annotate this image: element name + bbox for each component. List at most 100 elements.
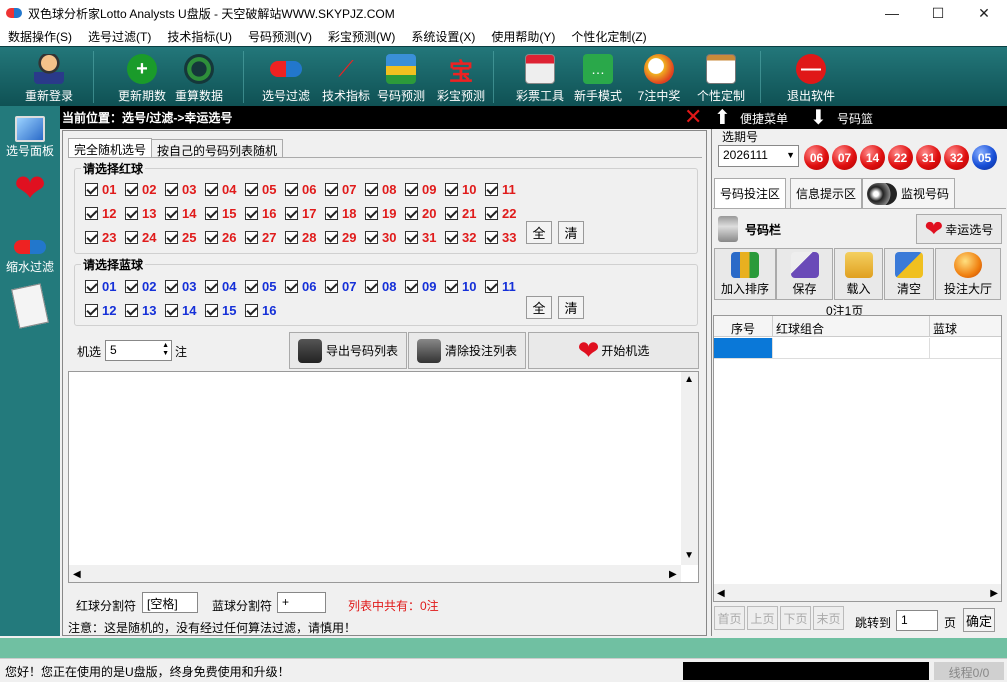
checkbox-icon[interactable] <box>485 280 498 293</box>
red-ball-checkbox[interactable]: 32 <box>445 230 476 245</box>
select-panel-button[interactable]: 选号面板 <box>0 116 60 159</box>
update-button[interactable]: + 更新期数 <box>114 47 170 107</box>
shrink-filter-button[interactable]: 缩水过滤 <box>0 240 60 275</box>
col-header-index[interactable]: 序号 <box>731 320 755 337</box>
blue-ball-checkbox[interactable]: 05 <box>245 279 276 294</box>
checkbox-icon[interactable] <box>125 304 138 317</box>
exit-button[interactable]: — 退出软件 <box>782 47 840 107</box>
table-row[interactable] <box>714 338 1001 359</box>
red-ball-checkbox[interactable]: 22 <box>485 206 516 221</box>
blue-ball-checkbox[interactable]: 04 <box>205 279 236 294</box>
red-ball-checkbox[interactable]: 05 <box>245 182 276 197</box>
checkbox-icon[interactable] <box>245 183 258 196</box>
red-ball-checkbox[interactable]: 23 <box>85 230 116 245</box>
checkbox-icon[interactable] <box>85 231 98 244</box>
chevron-down-icon[interactable]: ▼ <box>786 150 795 160</box>
checkbox-icon[interactable] <box>205 304 218 317</box>
red-ball-checkbox[interactable]: 04 <box>205 182 236 197</box>
red-ball-checkbox[interactable]: 08 <box>365 182 396 197</box>
tab-random-all[interactable]: 完全随机选号 <box>68 138 153 158</box>
red-ball-checkbox[interactable]: 13 <box>125 206 156 221</box>
checkbox-icon[interactable] <box>205 183 218 196</box>
maximize-button[interactable]: ☐ <box>915 0 961 26</box>
confirm-button[interactable]: 确定 <box>963 608 995 632</box>
checkbox-icon[interactable] <box>205 231 218 244</box>
tab-random-own[interactable]: 按自己的号码列表随机 <box>151 139 284 158</box>
blue-ball-checkbox[interactable]: 16 <box>245 303 276 318</box>
checkbox-icon[interactable] <box>165 280 178 293</box>
checkbox-icon[interactable] <box>205 207 218 220</box>
red-ball-checkbox[interactable]: 02 <box>125 182 156 197</box>
red-ball-checkbox[interactable]: 06 <box>285 182 316 197</box>
red-ball-checkbox[interactable]: 10 <box>445 182 476 197</box>
checkbox-icon[interactable] <box>485 207 498 220</box>
red-ball-checkbox[interactable]: 03 <box>165 182 196 197</box>
checkbox-icon[interactable] <box>165 304 178 317</box>
recalc-button[interactable]: 重算数据 <box>171 47 227 107</box>
blue-ball-checkbox[interactable]: 06 <box>285 279 316 294</box>
checkbox-icon[interactable] <box>165 207 178 220</box>
checkbox-icon[interactable] <box>245 231 258 244</box>
red-ball-checkbox[interactable]: 26 <box>205 230 236 245</box>
checkbox-icon[interactable] <box>245 207 258 220</box>
blue-ball-checkbox[interactable]: 13 <box>125 303 156 318</box>
blue-ball-checkbox[interactable]: 03 <box>165 279 196 294</box>
scroll-right-icon[interactable]: ▶ <box>669 569 677 580</box>
red-ball-checkbox[interactable]: 31 <box>405 230 436 245</box>
red-ball-checkbox[interactable]: 33 <box>485 230 516 245</box>
blue-ball-checkbox[interactable]: 09 <box>405 279 436 294</box>
cbpredict-button[interactable]: 宝 彩宝预测 <box>432 47 490 107</box>
menu-tech[interactable]: 技术指标(U) <box>159 28 240 45</box>
blue-separator-input[interactable]: + <box>277 592 326 613</box>
document-icon[interactable] <box>0 283 60 329</box>
export-list-button[interactable]: 导出号码列表 <box>289 332 407 369</box>
quick-menu-link[interactable]: 便捷菜单 <box>740 110 788 127</box>
novice-button[interactable]: … 新手模式 <box>571 47 625 107</box>
checkbox-icon[interactable] <box>405 207 418 220</box>
load-button[interactable]: 载入 <box>834 248 883 300</box>
tab-info-area[interactable]: 信息提示区 <box>790 178 863 208</box>
checkbox-icon[interactable] <box>365 183 378 196</box>
blue-all-button[interactable]: 全 <box>526 296 552 319</box>
checkbox-icon[interactable] <box>445 183 458 196</box>
red-ball-checkbox[interactable]: 21 <box>445 206 476 221</box>
last-page-button[interactable]: 末页 <box>813 606 844 630</box>
red-ball-checkbox[interactable]: 07 <box>325 182 356 197</box>
result-textarea[interactable]: ▲ ▼ ◀ ▶ <box>68 371 699 583</box>
bet-hall-button[interactable]: 投注大厅 <box>935 248 1001 300</box>
red-ball-checkbox[interactable]: 18 <box>325 206 356 221</box>
next-page-button[interactable]: 下页 <box>780 606 811 630</box>
red-ball-checkbox[interactable]: 16 <box>245 206 276 221</box>
checkbox-icon[interactable] <box>125 231 138 244</box>
blue-ball-checkbox[interactable]: 15 <box>205 303 236 318</box>
minimize-button[interactable]: — <box>869 0 915 26</box>
col-header-blue[interactable]: 蓝球 <box>933 320 957 337</box>
checkbox-icon[interactable] <box>445 207 458 220</box>
checkbox-icon[interactable] <box>165 231 178 244</box>
menu-cbpredict[interactable]: 彩宝预测(W) <box>320 28 403 45</box>
tools-button[interactable]: 彩票工具 <box>511 47 569 107</box>
blue-ball-checkbox[interactable]: 11 <box>485 279 516 294</box>
selected-cell[interactable] <box>714 338 772 358</box>
col-header-red[interactable]: 红球组合 <box>776 320 824 337</box>
scroll-left-icon[interactable]: ◀ <box>73 569 81 580</box>
red-ball-checkbox[interactable]: 27 <box>245 230 276 245</box>
checkbox-icon[interactable] <box>325 183 338 196</box>
prev-page-button[interactable]: 上页 <box>747 606 778 630</box>
red-ball-checkbox[interactable]: 12 <box>85 206 116 221</box>
checkbox-icon[interactable] <box>405 231 418 244</box>
checkbox-icon[interactable] <box>325 231 338 244</box>
checkbox-icon[interactable] <box>285 183 298 196</box>
jump-page-input[interactable]: 1 <box>896 610 938 631</box>
red-ball-checkbox[interactable]: 30 <box>365 230 396 245</box>
checkbox-icon[interactable] <box>85 304 98 317</box>
checkbox-icon[interactable] <box>485 183 498 196</box>
red-ball-checkbox[interactable]: 24 <box>125 230 156 245</box>
checkbox-icon[interactable] <box>205 280 218 293</box>
checkbox-icon[interactable] <box>325 207 338 220</box>
red-ball-checkbox[interactable]: 15 <box>205 206 236 221</box>
blue-clear-button[interactable]: 清 <box>558 296 584 319</box>
checkbox-icon[interactable] <box>85 280 98 293</box>
lucky-select-button[interactable]: ❤ 幸运选号 <box>916 214 1002 244</box>
add-sort-button[interactable]: 加入排序 <box>714 248 776 300</box>
